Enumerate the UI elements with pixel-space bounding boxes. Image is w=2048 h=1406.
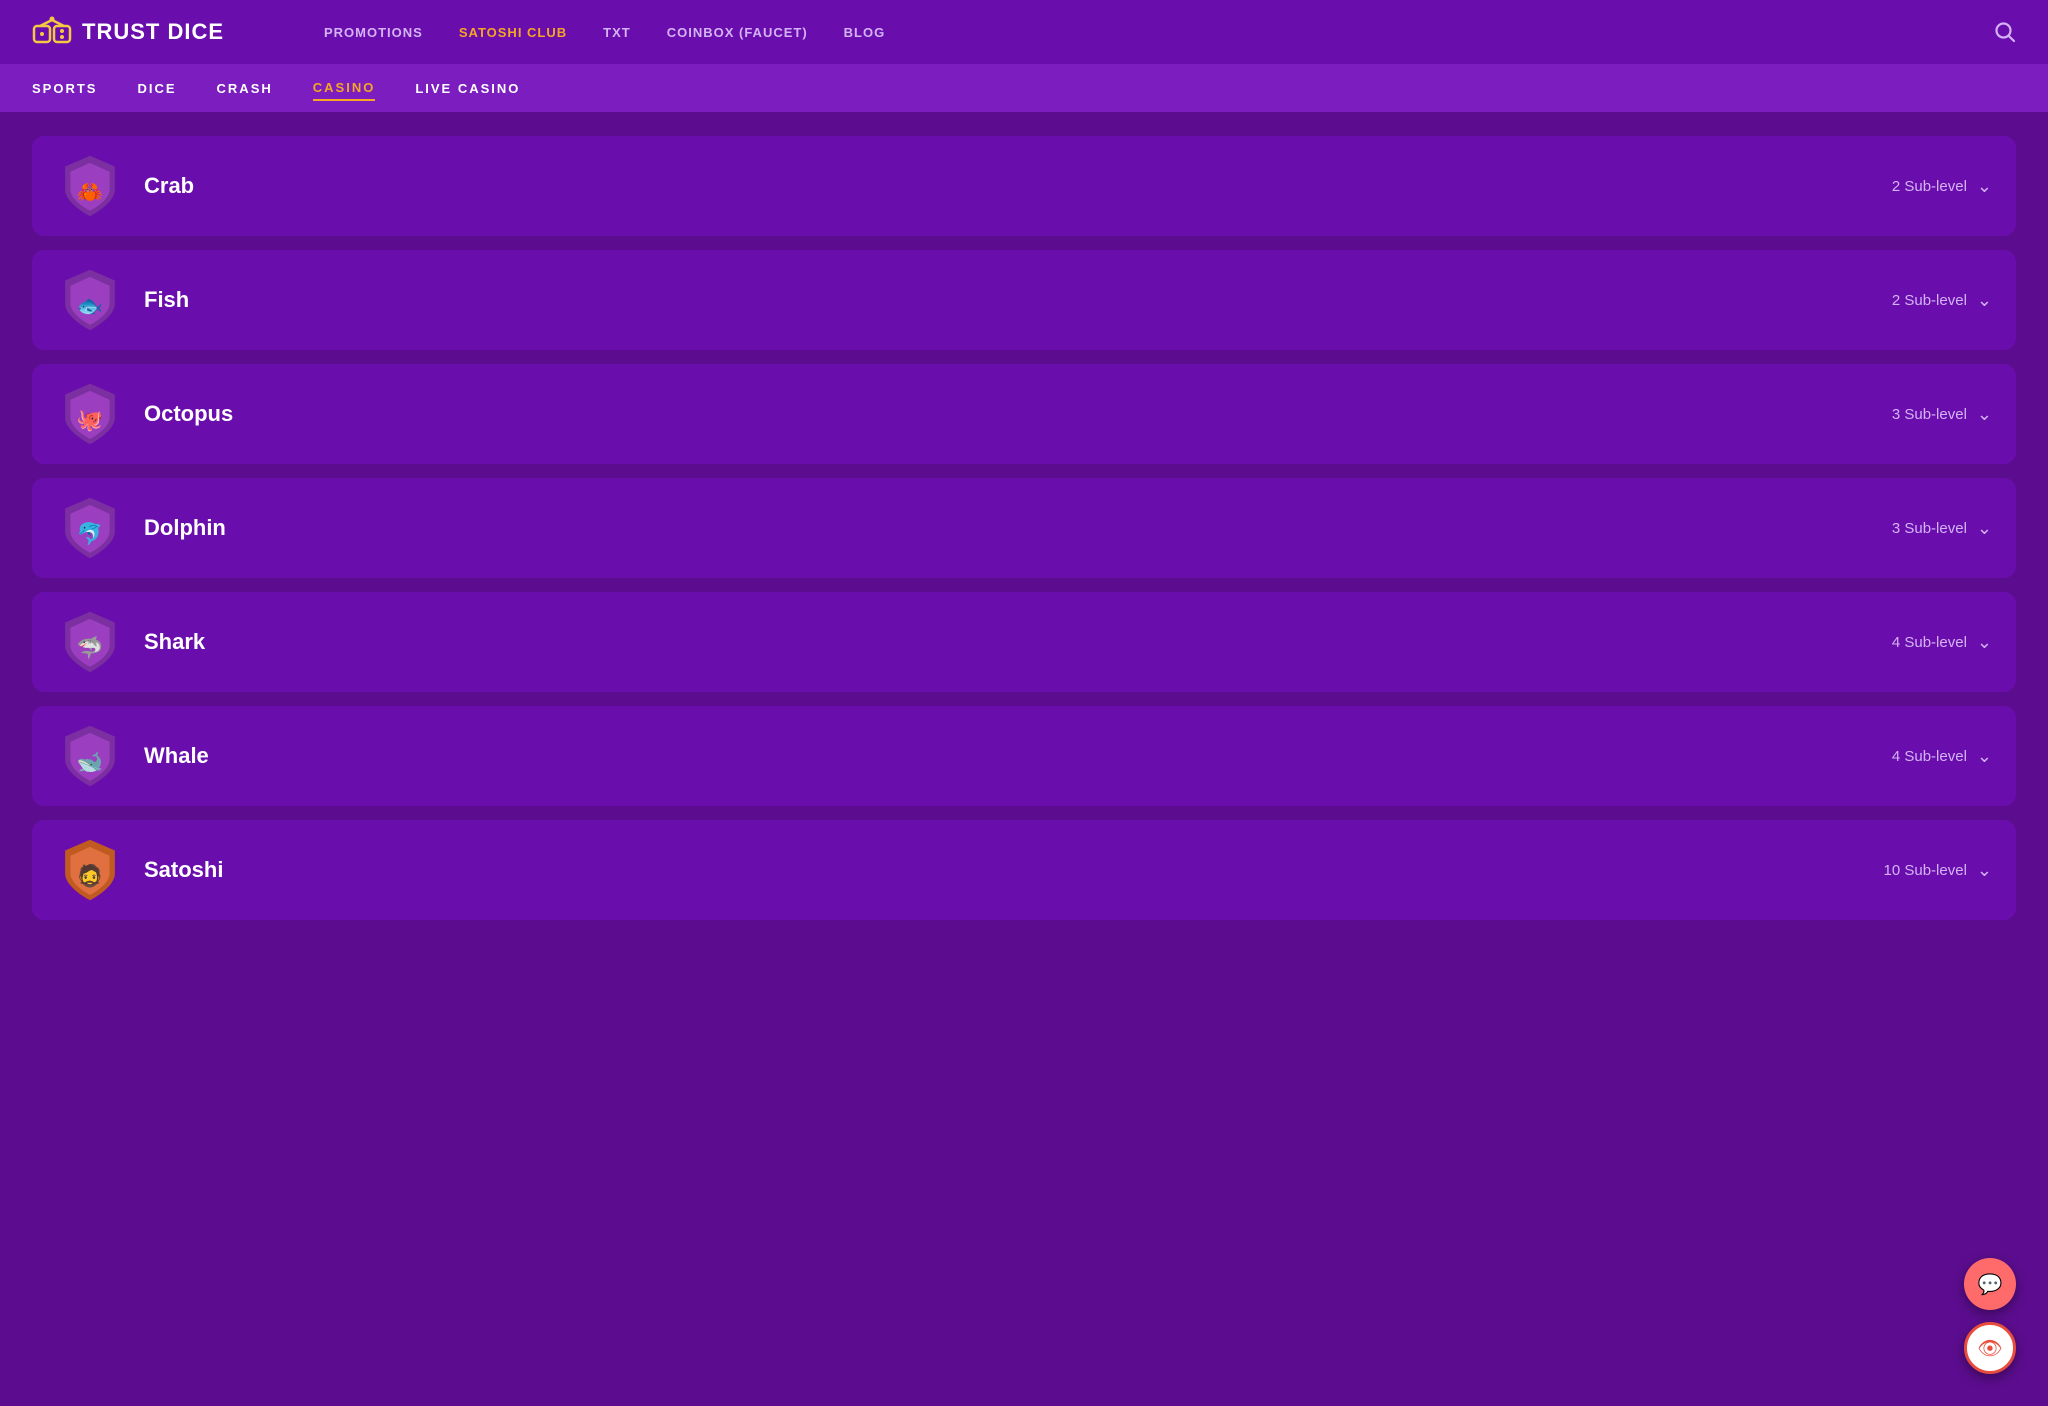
eye-icon: 👁 [1977, 1336, 2002, 1361]
svg-text:🐟: 🐟 [77, 294, 104, 318]
svg-text:🐋: 🐋 [77, 750, 104, 774]
chevron-down-icon: ⌄ [1977, 632, 1992, 653]
sub-level-info-satoshi: 10 Sub-level ⌄ [1884, 860, 1992, 881]
level-name-whale: Whale [144, 743, 1892, 769]
badge-whale: 🐋 [56, 722, 124, 790]
logo-icon [32, 12, 72, 52]
sub-level-count: 4 Sub-level [1892, 748, 1967, 765]
sub-level-count: 2 Sub-level [1892, 178, 1967, 195]
sub-level-info-dolphin: 3 Sub-level ⌄ [1892, 518, 1992, 539]
level-name-fish: Fish [144, 287, 1892, 313]
chat-icon: 💬 [1978, 1272, 2003, 1297]
sub-level-count: 10 Sub-level [1884, 862, 1967, 879]
fab-container: 💬 👁 [1964, 1258, 2016, 1374]
search-button[interactable] [1994, 21, 2016, 43]
main-nav: PROMOTIONS SATOSHI CLUB TXT COINBOX (FAU… [324, 21, 2016, 43]
subnav-crash[interactable]: CRASH [217, 77, 273, 100]
level-row-whale[interactable]: 🐋 Whale4 Sub-level ⌄ [32, 706, 2016, 806]
chat-fab-button[interactable]: 💬 [1964, 1258, 2016, 1310]
sub-nav: SPORTS DICE CRASH CASINO LIVE CASINO [0, 64, 2048, 112]
badge-octopus: 🐙 [56, 380, 124, 448]
eye-fab-button[interactable]: 👁 [1964, 1322, 2016, 1374]
level-row-dolphin[interactable]: 🐬 Dolphin3 Sub-level ⌄ [32, 478, 2016, 578]
sub-level-count: 3 Sub-level [1892, 406, 1967, 423]
sub-level-info-shark: 4 Sub-level ⌄ [1892, 632, 1992, 653]
nav-satoshi-club[interactable]: SATOSHI CLUB [459, 25, 567, 40]
svg-text:🦀: 🦀 [77, 180, 104, 204]
chevron-down-icon: ⌄ [1977, 176, 1992, 197]
badge-fish: 🐟 [56, 266, 124, 334]
svg-text:🐙: 🐙 [77, 408, 104, 433]
search-icon [1994, 21, 2016, 43]
nav-promotions[interactable]: PROMOTIONS [324, 25, 423, 40]
chevron-down-icon: ⌄ [1977, 860, 1992, 881]
level-row-satoshi[interactable]: 🧔 Satoshi10 Sub-level ⌄ [32, 820, 2016, 920]
sub-level-count: 3 Sub-level [1892, 520, 1967, 537]
chevron-down-icon: ⌄ [1977, 290, 1992, 311]
nav-txt[interactable]: TXT [603, 25, 631, 40]
logo-text: TRUST DICE [82, 19, 224, 45]
sub-level-info-fish: 2 Sub-level ⌄ [1892, 290, 1992, 311]
badge-dolphin: 🐬 [56, 494, 124, 562]
svg-text:🐬: 🐬 [77, 521, 104, 546]
svg-text:🦈: 🦈 [77, 635, 104, 660]
level-name-satoshi: Satoshi [144, 857, 1884, 883]
level-row-shark[interactable]: 🦈 Shark4 Sub-level ⌄ [32, 592, 2016, 692]
svg-text:🧔: 🧔 [77, 863, 104, 888]
level-name-shark: Shark [144, 629, 1892, 655]
sub-level-count: 2 Sub-level [1892, 292, 1967, 309]
badge-shark: 🦈 [56, 608, 124, 676]
sub-level-info-whale: 4 Sub-level ⌄ [1892, 746, 1992, 767]
subnav-dice[interactable]: DICE [137, 77, 176, 100]
subnav-sports[interactable]: SPORTS [32, 77, 97, 100]
sub-level-info-crab: 2 Sub-level ⌄ [1892, 176, 1992, 197]
top-nav: TRUST DICE PROMOTIONS SATOSHI CLUB TXT C… [0, 0, 2048, 64]
chevron-down-icon: ⌄ [1977, 404, 1992, 425]
level-name-crab: Crab [144, 173, 1892, 199]
main-content: 🦀 Crab2 Sub-level⌄ 🐟 Fish2 Sub-level⌄ 🐙 … [0, 112, 2048, 944]
badge-satoshi: 🧔 [56, 836, 124, 904]
subnav-live-casino[interactable]: LIVE CASINO [415, 77, 520, 100]
level-row-fish[interactable]: 🐟 Fish2 Sub-level ⌄ [32, 250, 2016, 350]
sub-level-info-octopus: 3 Sub-level ⌄ [1892, 404, 1992, 425]
logo[interactable]: TRUST DICE [32, 12, 224, 52]
level-name-octopus: Octopus [144, 401, 1892, 427]
sub-level-count: 4 Sub-level [1892, 634, 1967, 651]
level-row-crab[interactable]: 🦀 Crab2 Sub-level ⌄ [32, 136, 2016, 236]
nav-blog[interactable]: BLOG [844, 25, 886, 40]
nav-coinbox[interactable]: COINBOX (FAUCET) [667, 25, 808, 40]
badge-crab: 🦀 [56, 152, 124, 220]
level-name-dolphin: Dolphin [144, 515, 1892, 541]
chevron-down-icon: ⌄ [1977, 746, 1992, 767]
level-row-octopus[interactable]: 🐙 Octopus3 Sub-level ⌄ [32, 364, 2016, 464]
chevron-down-icon: ⌄ [1977, 518, 1992, 539]
subnav-casino[interactable]: CASINO [313, 76, 376, 101]
